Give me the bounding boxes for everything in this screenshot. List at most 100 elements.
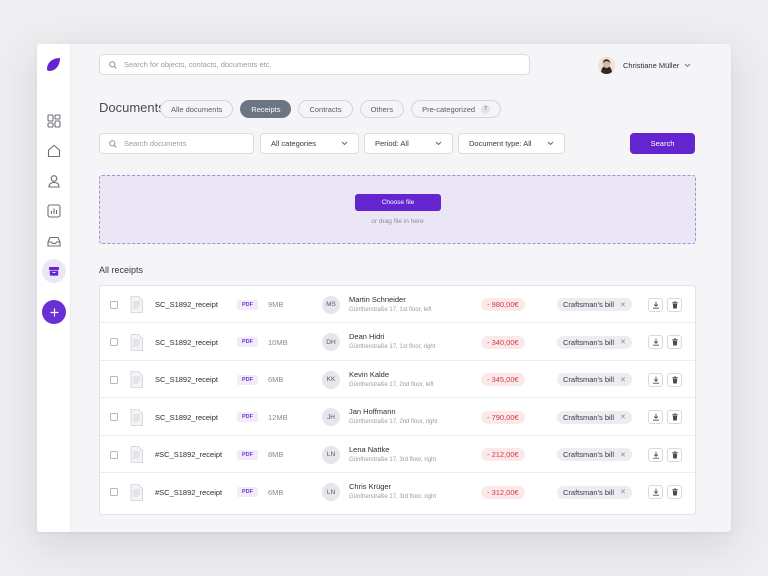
contact-name: Jan Hoffmann — [349, 407, 396, 416]
amount-badge: - 980,00€ — [481, 298, 525, 311]
delete-button[interactable] — [667, 485, 682, 499]
category-dropdown[interactable]: All categories — [260, 133, 359, 154]
remove-tag-icon[interactable]: ✕ — [620, 488, 626, 496]
row-checkbox[interactable] — [110, 300, 118, 309]
row-checkbox[interactable] — [110, 488, 118, 496]
remove-tag-icon[interactable]: ✕ — [620, 338, 626, 346]
inbox-icon[interactable] — [47, 234, 61, 248]
file-name[interactable]: SC_S1892_receipt — [155, 375, 218, 384]
delete-button[interactable] — [667, 410, 682, 424]
remove-tag-icon[interactable]: ✕ — [620, 451, 626, 459]
file-size: 9MB — [268, 300, 284, 309]
contact-address: Güntherstraße 17, 1st floor, left — [349, 306, 432, 313]
row-checkbox[interactable] — [110, 375, 118, 384]
file-type-badge: PDF — [237, 449, 258, 460]
contact-avatar: JH — [322, 408, 340, 426]
download-button[interactable] — [648, 485, 663, 499]
user-name: Christiane Müller — [623, 60, 680, 70]
contact-address: Güntherstraße 17, 2nd floor, left — [349, 381, 434, 388]
user-icon[interactable] — [47, 174, 61, 188]
grid-icon[interactable] — [47, 114, 61, 128]
tab-others[interactable]: Others — [359, 100, 405, 118]
chevron-down-icon — [341, 141, 348, 146]
trash-icon — [671, 301, 678, 308]
amount-badge: - 340,00€ — [481, 335, 525, 349]
remove-tag-icon[interactable]: ✕ — [620, 413, 626, 421]
chevron-down-icon[interactable] — [684, 63, 691, 68]
receipts-table: SC_S1892_receipt PDF 9MB MS Martin Schne… — [99, 285, 696, 515]
table-row[interactable]: SC_S1892_receipt PDF 9MB MS Martin Schne… — [100, 286, 695, 323]
chevron-down-icon — [435, 141, 442, 146]
table-row[interactable]: SC_S1892_receipt PDF 12MB JH Jan Hoffman… — [100, 399, 695, 436]
trash-icon — [671, 488, 678, 496]
row-checkbox[interactable] — [110, 413, 118, 421]
tab-pre-categorized[interactable]: Pre-categorized 7 — [411, 100, 502, 118]
category-tag-label: Craftsman's bill — [563, 450, 615, 459]
search-button[interactable]: Search — [630, 133, 695, 154]
file-size: 6MB — [268, 375, 284, 384]
remove-tag-icon[interactable]: ✕ — [620, 301, 626, 309]
document-type-value: Document type: All — [469, 139, 532, 148]
category-tag: Craftsman's bill ✕ — [557, 410, 632, 424]
download-button[interactable] — [648, 297, 663, 312]
document-type-dropdown[interactable]: Document type: All — [458, 133, 565, 154]
document-search-placeholder: Search documents — [124, 139, 187, 148]
global-search-input[interactable]: Search for objects, contacts, documents … — [99, 54, 530, 75]
row-checkbox[interactable] — [110, 450, 118, 459]
download-icon — [652, 338, 659, 346]
file-name[interactable]: #SC_S1892_receipt — [155, 450, 222, 459]
category-tag: Craftsman's bill ✕ — [557, 485, 632, 499]
tab-receipts[interactable]: Receipts — [240, 100, 292, 118]
amount-badge: - 212,00€ — [481, 448, 525, 461]
download-button[interactable] — [648, 335, 663, 349]
add-button[interactable] — [42, 300, 66, 324]
bar-chart-icon[interactable] — [47, 204, 61, 218]
home-icon[interactable] — [47, 144, 61, 158]
avatar[interactable] — [598, 56, 615, 74]
file-name[interactable]: SC_S1892_receipt — [155, 338, 218, 347]
download-icon — [652, 413, 659, 421]
table-row[interactable]: SC_S1892_receipt PDF 6MB KK Kevin Kalde … — [100, 361, 695, 398]
archive-icon[interactable] — [47, 264, 61, 278]
user-menu[interactable]: Christiane Müller — [598, 56, 691, 74]
file-type-badge: PDF — [237, 337, 258, 347]
document-icon — [130, 408, 143, 426]
download-button[interactable] — [648, 447, 663, 462]
choose-file-button[interactable]: Choose file — [355, 194, 441, 211]
file-name[interactable]: SC_S1892_receipt — [155, 300, 218, 309]
file-dropzone[interactable]: Choose file or drag file in here — [99, 175, 696, 244]
category-tag: Craftsman's bill ✕ — [557, 373, 632, 386]
period-dropdown[interactable]: Period: All — [364, 133, 453, 154]
category-tag-label: Craftsman's bill — [563, 487, 615, 497]
download-button[interactable] — [648, 410, 663, 424]
document-search-input[interactable]: Search documents — [99, 133, 254, 154]
tab-label: Contracts — [309, 104, 342, 114]
download-button[interactable] — [648, 372, 663, 387]
tab-contracts[interactable]: Contracts — [298, 100, 353, 118]
plus-icon — [50, 308, 58, 316]
trash-icon — [671, 451, 678, 458]
file-size: 10MB — [268, 337, 288, 347]
document-icon — [130, 446, 143, 463]
file-name[interactable]: SC_S1892_receipt — [155, 413, 218, 422]
leaf-logo-icon[interactable] — [47, 58, 60, 71]
contact-address: Güntherstraße 17, 3rd floor, right — [349, 494, 437, 500]
search-icon — [109, 139, 117, 148]
global-search-placeholder: Search for objects, contacts, documents … — [124, 60, 272, 69]
contact-address: Güntherstraße 17, 3rd floor, right — [349, 456, 437, 463]
remove-tag-icon[interactable]: ✕ — [620, 376, 626, 384]
delete-button[interactable] — [667, 447, 682, 462]
delete-button[interactable] — [667, 335, 682, 349]
table-row[interactable]: #SC_S1892_receipt PDF 6MB LN Chris Krüge… — [100, 474, 695, 511]
tab-all-documents[interactable]: Alle documents — [160, 100, 234, 118]
table-row[interactable]: #SC_S1892_receipt PDF 8MB LN Lena Nattke… — [100, 436, 695, 473]
file-name[interactable]: #SC_S1892_receipt — [155, 488, 222, 497]
row-checkbox[interactable] — [110, 338, 118, 346]
period-value: Period: All — [375, 139, 409, 148]
amount-badge: - 312,00€ — [481, 485, 525, 499]
delete-button[interactable] — [667, 297, 682, 312]
file-size: 6MB — [268, 487, 284, 497]
table-row[interactable]: SC_S1892_receipt PDF 10MB DH Dean Hidri … — [100, 324, 695, 361]
document-icon — [130, 296, 143, 313]
delete-button[interactable] — [667, 372, 682, 387]
